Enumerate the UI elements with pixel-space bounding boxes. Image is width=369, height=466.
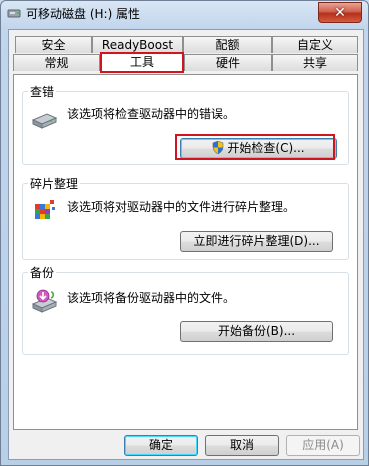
tab-tools-highlight-box xyxy=(100,52,184,73)
defragment-now-button[interactable]: 立即进行碎片整理(D)... xyxy=(180,231,333,252)
tab-general[interactable]: 常规 xyxy=(13,54,100,71)
backup-icon xyxy=(31,289,58,313)
title-bar[interactable]: 可移动磁盘 (H:) 属性 ✕ xyxy=(1,1,368,27)
check-button-highlight-box xyxy=(175,134,335,160)
backup-title: 备份 xyxy=(28,264,57,281)
defragmentation-group: 碎片整理 该选项将对驱动器中的文件进行碎片整理。 立即进行碎片整理(D)... xyxy=(22,175,349,260)
backup-description: 该选项将备份驱动器中的文件。 xyxy=(67,291,236,305)
tab-security[interactable]: 安全 xyxy=(15,36,92,53)
apply-button[interactable]: 应用(A) xyxy=(286,435,360,456)
defragmentation-title: 碎片整理 xyxy=(28,175,81,192)
properties-dialog: 可移动磁盘 (H:) 属性 ✕ 安全 ReadyBoost 配额 自定义 常规 … xyxy=(0,0,369,466)
error-checking-description: 该选项将检查驱动器中的错误。 xyxy=(67,107,236,121)
close-icon: ✕ xyxy=(334,4,346,21)
defragmentation-description: 该选项将对驱动器中的文件进行碎片整理。 xyxy=(67,200,296,214)
drive-icon xyxy=(31,113,58,129)
tab-readyboost[interactable]: ReadyBoost xyxy=(92,36,183,53)
cancel-button[interactable]: 取消 xyxy=(205,435,279,456)
backup-now-button[interactable]: 开始备份(B)... xyxy=(180,321,333,342)
removable-drive-icon xyxy=(7,9,21,18)
backup-group: 备份 该选项将备份驱动器中的文件。 开始备份(B)... xyxy=(22,264,349,355)
tab-customize[interactable]: 自定义 xyxy=(272,36,358,53)
tab-sharing[interactable]: 共享 xyxy=(272,54,358,71)
window-title: 可移动磁盘 (H:) 属性 xyxy=(26,7,141,21)
tools-tab-panel: 查错 该选项将检查驱动器中的错误。 开始检查(C)... 碎片整理 该选项将对驱… xyxy=(13,74,358,430)
error-checking-title: 查错 xyxy=(28,83,57,100)
defrag-icon xyxy=(35,200,55,219)
dialog-client-area: 安全 ReadyBoost 配额 自定义 常规 工具 硬件 共享 查错 该选项将… xyxy=(8,29,364,460)
close-button[interactable]: ✕ xyxy=(318,2,362,23)
ok-button[interactable]: 确定 xyxy=(124,435,198,456)
tab-quota[interactable]: 配额 xyxy=(183,36,272,53)
tab-hardware[interactable]: 硬件 xyxy=(184,54,272,71)
error-checking-group: 查错 该选项将检查驱动器中的错误。 开始检查(C)... xyxy=(22,83,349,165)
